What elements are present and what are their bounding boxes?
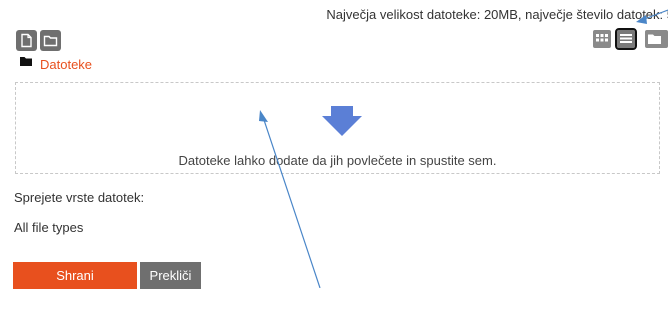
folder-view-icon — [648, 34, 661, 44]
folder-icon — [43, 35, 58, 47]
path-breadcrumb-datoteke[interactable]: Datoteke — [40, 57, 92, 72]
cancel-button[interactable]: Prekliči — [140, 262, 201, 289]
save-changes-button[interactable]: Shrani spremembe — [13, 262, 137, 310]
grid-view-icon — [596, 34, 608, 42]
grid-view-button[interactable] — [593, 30, 611, 48]
list-view-icon — [620, 34, 632, 43]
drop-zone-text: Datoteke lahko dodate da jih povlečete i… — [178, 153, 497, 168]
create-folder-button[interactable] — [40, 30, 61, 51]
drop-arrow-icon — [322, 106, 362, 136]
add-file-button[interactable] — [16, 30, 37, 51]
file-icon — [21, 33, 32, 48]
folder-view-button[interactable] — [645, 30, 668, 48]
list-view-button[interactable] — [615, 28, 637, 50]
file-limits-text: Največja velikost datoteke: 20MB, največ… — [326, 7, 668, 22]
folder-icon — [20, 57, 32, 66]
accepted-types-label: Sprejete vrste datotek: — [14, 190, 145, 205]
accepted-types-value: All file types — [14, 220, 84, 235]
